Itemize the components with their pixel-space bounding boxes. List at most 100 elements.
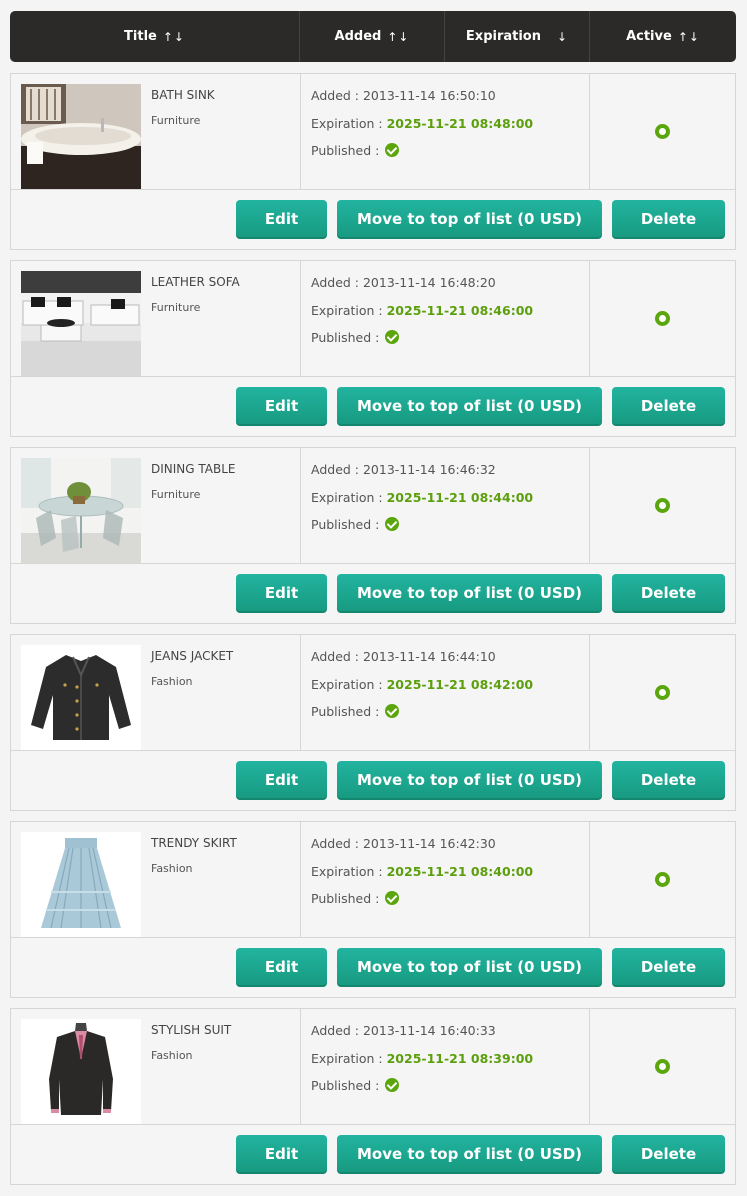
item-title[interactable]: TRENDY SKIRT <box>151 836 237 850</box>
sort-active-header[interactable]: Active ↑↓ <box>590 11 736 62</box>
leather-sofa-image[interactable] <box>21 271 141 376</box>
added-label: Added : <box>311 462 363 477</box>
listing-row: JEANS JACKET Fashion Added : 2013-11-14 … <box>10 634 736 811</box>
edit-button[interactable]: Edit <box>236 574 327 613</box>
expiration-value: 2025-11-21 08:40:00 <box>386 863 534 879</box>
active-cell <box>590 261 735 376</box>
expiration-label: Expiration : <box>311 1050 387 1066</box>
expiration-value: 2025-11-21 08:44:00 <box>386 489 534 505</box>
active-cell <box>590 448 735 563</box>
delete-button[interactable]: Delete <box>612 200 725 239</box>
active-status-icon[interactable] <box>655 1059 670 1074</box>
item-category: Furniture <box>151 301 201 314</box>
move-to-top-button[interactable]: Move to top of list (0 USD) <box>337 574 602 613</box>
added-value: 2013-11-14 16:44:10 <box>362 649 496 664</box>
added-value: 2013-11-14 16:42:30 <box>362 836 496 851</box>
sort-expiration-header[interactable]: Expiration ↓ <box>445 11 590 62</box>
header-title-label: Title <box>124 29 157 44</box>
edit-button[interactable]: Edit <box>236 200 327 239</box>
published-label: Published : <box>311 891 384 906</box>
active-status-icon[interactable] <box>655 311 670 326</box>
item-title[interactable]: DINING TABLE <box>151 462 236 476</box>
header-added-label: Added <box>334 29 382 44</box>
added-label: Added : <box>311 1023 363 1038</box>
delete-button[interactable]: Delete <box>612 574 725 613</box>
title-cell: STYLISH SUIT Fashion <box>11 1009 301 1124</box>
delete-button[interactable]: Delete <box>612 1135 725 1174</box>
active-cell <box>590 635 735 750</box>
delete-button[interactable]: Delete <box>612 948 725 987</box>
published-label: Published : <box>311 517 384 532</box>
expiration-value: 2025-11-21 08:48:00 <box>386 115 534 131</box>
title-cell: TRENDY SKIRT Fashion <box>11 822 301 937</box>
jeans-jacket-image[interactable] <box>21 645 141 750</box>
added-value: 2013-11-14 16:46:32 <box>362 462 496 477</box>
added-label: Added : <box>311 836 363 851</box>
trendy-skirt-image[interactable] <box>21 832 141 937</box>
delete-button[interactable]: Delete <box>612 387 725 426</box>
listing-row: TRENDY SKIRT Fashion Added : 2013-11-14 … <box>10 821 736 998</box>
dates-cell: Added : 2013-11-14 16:48:20 Expiration :… <box>301 261 590 376</box>
edit-button[interactable]: Edit <box>236 387 327 426</box>
item-title[interactable]: JEANS JACKET <box>151 649 233 663</box>
title-cell: LEATHER SOFA Furniture <box>11 261 301 376</box>
move-to-top-button[interactable]: Move to top of list (0 USD) <box>337 1135 602 1174</box>
title-cell: BATH SINK Furniture <box>11 74 301 189</box>
dates-cell: Added : 2013-11-14 16:40:33 Expiration :… <box>301 1009 590 1124</box>
published-check-icon <box>385 517 400 531</box>
expiration-value: 2025-11-21 08:42:00 <box>386 676 534 692</box>
move-to-top-button[interactable]: Move to top of list (0 USD) <box>337 200 602 239</box>
title-cell: DINING TABLE Furniture <box>11 448 301 563</box>
active-cell <box>590 822 735 937</box>
published-check-icon <box>385 143 400 157</box>
published-label: Published : <box>311 704 384 719</box>
edit-button[interactable]: Edit <box>236 948 327 987</box>
sort-title-header[interactable]: Title ↑↓ <box>10 11 300 62</box>
dining-table-image[interactable] <box>21 458 141 563</box>
listing-row: DINING TABLE Furniture Added : 2013-11-1… <box>10 447 736 624</box>
published-check-icon <box>385 1078 400 1092</box>
header-active-label: Active <box>626 29 672 44</box>
move-to-top-button[interactable]: Move to top of list (0 USD) <box>337 948 602 987</box>
published-check-icon <box>385 704 400 718</box>
added-label: Added : <box>311 88 363 103</box>
dates-cell: Added : 2013-11-14 16:44:10 Expiration :… <box>301 635 590 750</box>
active-cell <box>590 1009 735 1124</box>
sort-arrows-icon: ↑↓ <box>162 29 185 44</box>
active-cell <box>590 74 735 189</box>
added-label: Added : <box>311 275 363 290</box>
published-label: Published : <box>311 1078 384 1093</box>
expiration-label: Expiration : <box>311 863 387 879</box>
item-category: Furniture <box>151 488 201 501</box>
dates-cell: Added : 2013-11-14 16:42:30 Expiration :… <box>301 822 590 937</box>
edit-button[interactable]: Edit <box>236 761 327 800</box>
item-category: Fashion <box>151 862 193 875</box>
listing-row: LEATHER SOFA Furniture Added : 2013-11-1… <box>10 260 736 437</box>
added-value: 2013-11-14 16:40:33 <box>362 1023 496 1038</box>
added-value: 2013-11-14 16:50:10 <box>362 88 496 103</box>
sort-added-header[interactable]: Added ↑↓ <box>300 11 445 62</box>
active-status-icon[interactable] <box>655 124 670 139</box>
header-expiration-label: Expiration <box>465 29 541 44</box>
expiration-label: Expiration : <box>311 115 387 131</box>
move-to-top-button[interactable]: Move to top of list (0 USD) <box>337 387 602 426</box>
dates-cell: Added : 2013-11-14 16:46:32 Expiration :… <box>301 448 590 563</box>
active-status-icon[interactable] <box>655 498 670 513</box>
active-status-icon[interactable] <box>655 685 670 700</box>
stylish-suit-image[interactable] <box>21 1019 141 1124</box>
item-title[interactable]: BATH SINK <box>151 88 215 102</box>
item-category: Fashion <box>151 675 193 688</box>
added-value: 2013-11-14 16:48:20 <box>362 275 496 290</box>
expiration-label: Expiration : <box>311 489 387 505</box>
dates-cell: Added : 2013-11-14 16:50:10 Expiration :… <box>301 74 590 189</box>
active-status-icon[interactable] <box>655 872 670 887</box>
item-title[interactable]: STYLISH SUIT <box>151 1023 231 1037</box>
bath-sink-image[interactable] <box>21 84 141 189</box>
move-to-top-button[interactable]: Move to top of list (0 USD) <box>337 761 602 800</box>
edit-button[interactable]: Edit <box>236 1135 327 1174</box>
table-header: Title ↑↓ Added ↑↓ Expiration ↓ Active ↑↓ <box>10 11 736 62</box>
item-title[interactable]: LEATHER SOFA <box>151 275 240 289</box>
delete-button[interactable]: Delete <box>612 761 725 800</box>
expiration-value: 2025-11-21 08:46:00 <box>386 302 534 318</box>
expiration-label: Expiration : <box>311 676 387 692</box>
